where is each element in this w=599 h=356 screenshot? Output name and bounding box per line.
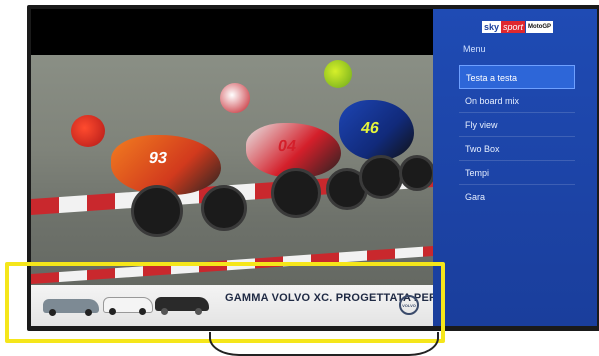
menu-item-on-board-mix[interactable]: On board mix — [459, 89, 575, 113]
rider-number: 04 — [276, 138, 298, 155]
ad-highlight-box — [5, 262, 445, 343]
menu-item-tempi[interactable]: Tempi — [459, 161, 575, 185]
menu-item-testa-a-testa[interactable]: Testa a testa — [459, 65, 575, 89]
video-letterbox — [31, 9, 433, 55]
rider-number: 46 — [359, 120, 381, 137]
menu-list: Testa a testa On board mix Fly view Two … — [459, 65, 575, 209]
rider-number: 93 — [147, 150, 169, 167]
rider-3: 46 — [319, 60, 433, 200]
menu-item-two-box[interactable]: Two Box — [459, 137, 575, 161]
menu-item-fly-view[interactable]: Fly view — [459, 113, 575, 137]
sidebar-menu: sky sport MotoGP Menu Testa a testa On b… — [433, 9, 597, 326]
menu-item-gara[interactable]: Gara — [459, 185, 575, 209]
tv-stand — [209, 332, 439, 356]
menu-title: Menu — [463, 44, 486, 54]
sky-sport-logo: sky sport MotoGP — [482, 21, 554, 33]
motogp-logo-icon: MotoGP — [526, 21, 554, 33]
